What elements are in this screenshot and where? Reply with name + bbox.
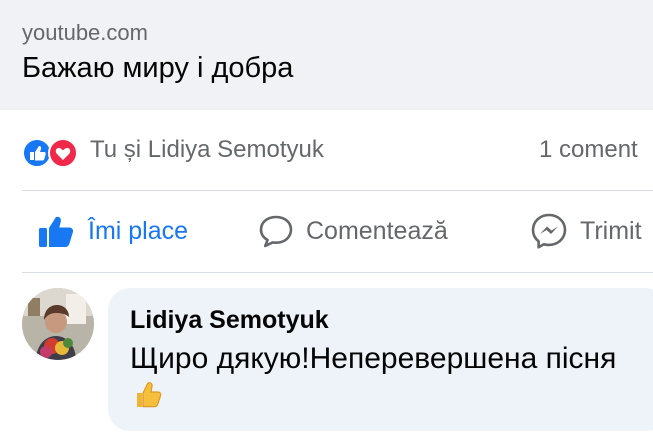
comment-label: Comentează	[306, 216, 448, 245]
comment-text: Щиро дякую!Неперевершена пісня	[130, 340, 630, 420]
like-reaction-icon	[22, 138, 52, 168]
send-label: Trimit	[580, 216, 642, 245]
divider	[22, 190, 653, 191]
reaction-names[interactable]: Tu și Lidiya Semotyuk	[90, 136, 324, 164]
thumbs-up-icon	[39, 216, 74, 247]
comment-author[interactable]: Lidiya Semotyuk	[130, 306, 329, 335]
love-reaction-icon	[48, 138, 78, 168]
like-label: Îmi place	[88, 216, 189, 245]
comment-count[interactable]: 1 coment	[539, 136, 638, 164]
link-preview[interactable]: youtube.com Бажаю миру і добра	[0, 0, 653, 110]
comment-button[interactable]: Comentează	[258, 208, 448, 254]
link-title: Бажаю миру і добра	[22, 52, 294, 84]
like-button[interactable]: Îmi place	[38, 208, 188, 254]
divider	[22, 272, 653, 273]
send-button[interactable]: Trimit	[530, 208, 642, 254]
messenger-icon	[531, 213, 567, 249]
reaction-icons[interactable]	[22, 138, 80, 168]
thumbs-up-emoji-icon	[132, 378, 162, 420]
link-domain: youtube.com	[22, 20, 148, 45]
avatar[interactable]	[22, 288, 94, 360]
comment-body: Щиро дякую!Неперевершена пісня	[130, 342, 617, 375]
comment-icon	[259, 215, 293, 248]
